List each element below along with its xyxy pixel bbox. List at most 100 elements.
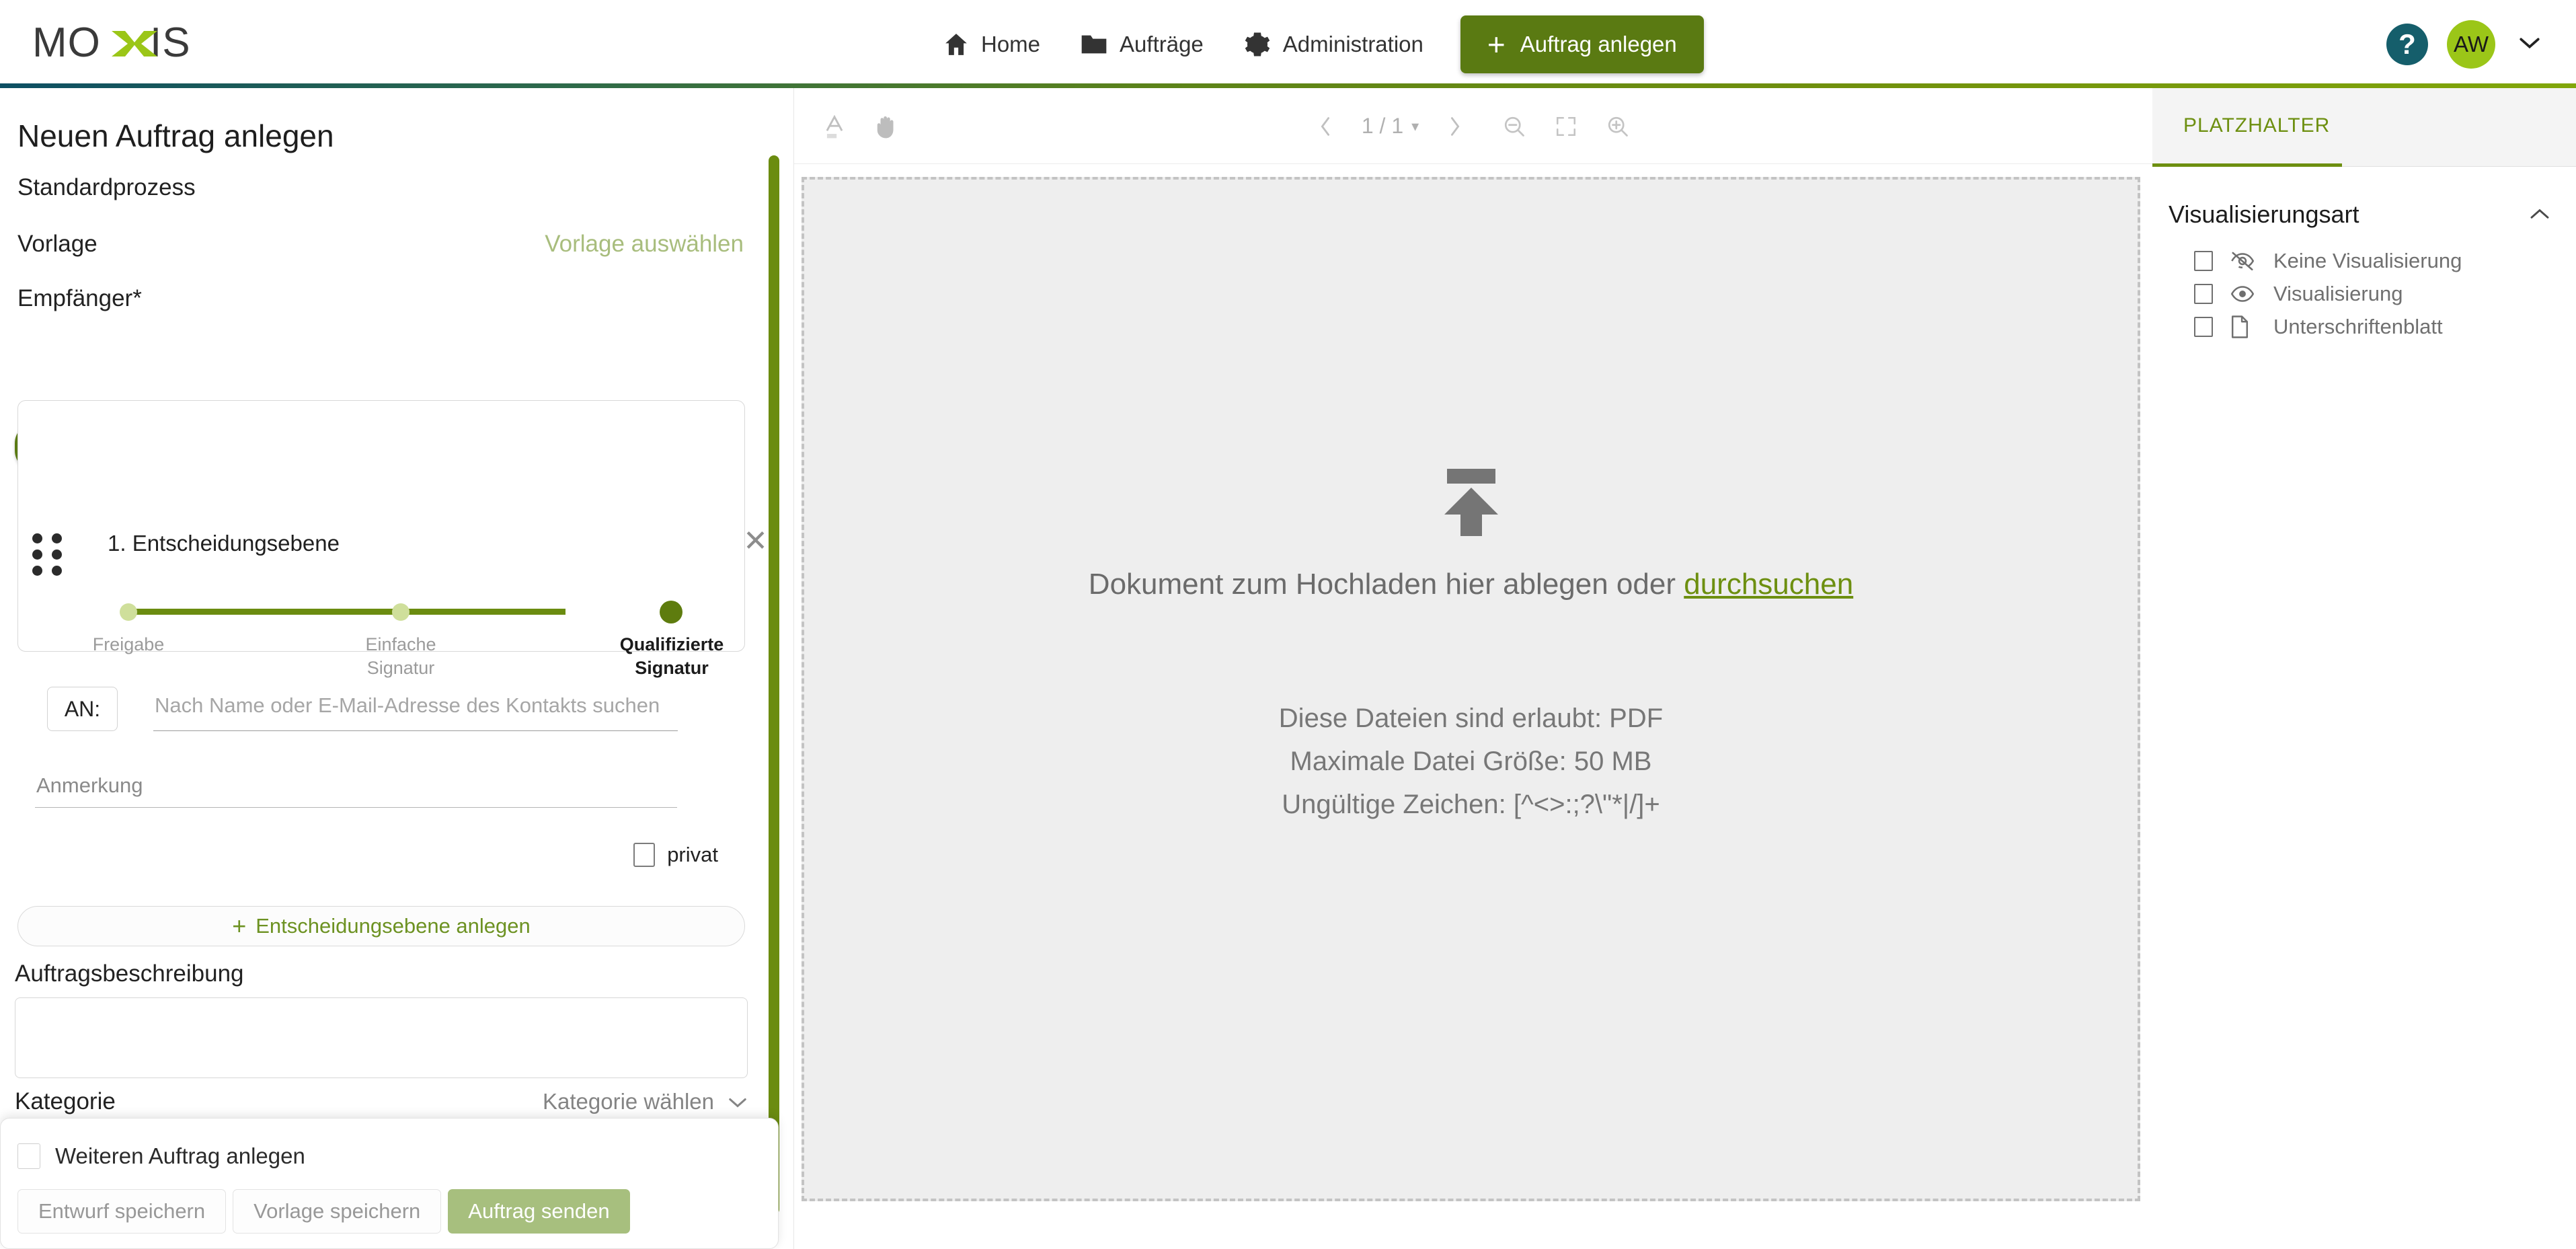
page-indicator[interactable]: 1 / 1 ▾	[1362, 114, 1419, 139]
option-visualisierung[interactable]: Visualisierung	[2194, 277, 2571, 310]
dropzone-main-text: Dokument zum Hochladen hier ablegen oder…	[1089, 568, 1853, 601]
slider-stop-qualifizierte-signatur[interactable]	[660, 601, 682, 623]
keine-visualisierung-checkbox[interactable]	[2194, 250, 2213, 271]
recipient-type-chip[interactable]: AN:	[47, 687, 118, 731]
option-unterschriftenblatt[interactable]: Unterschriftenblatt	[2194, 310, 2571, 343]
max-size-rule: Maximale Datei Größe: 50 MB	[1290, 747, 1652, 776]
vorlage-select-link[interactable]: Vorlage auswählen	[545, 231, 744, 258]
viewer-toolbar: 1 / 1 ▾	[794, 88, 2534, 164]
standard-process-label: Standardprozess	[17, 174, 196, 200]
send-order-button[interactable]: Auftrag senden	[448, 1189, 630, 1234]
chevron-down-icon: ▾	[1411, 117, 1419, 135]
upload-icon	[1436, 469, 1506, 539]
zoom-in-icon[interactable]	[1606, 114, 1630, 139]
create-order-label: Auftrag anlegen	[1520, 31, 1677, 56]
moxis-logo: MO IS	[32, 20, 234, 67]
empfaenger-label: Empfänger*	[17, 285, 142, 311]
privat-label: privat	[667, 843, 718, 866]
tab-platzhalter[interactable]: PLATZHALTER	[2152, 88, 2342, 167]
order-description-label: Auftragsbeschreibung	[15, 960, 244, 987]
slider-label-qualifizierte-line1: Qualifizierte	[619, 634, 724, 654]
visualization-options-list: Keine Visualisierung Visualisierung Unte…	[2194, 244, 2571, 343]
help-label: ?	[2398, 28, 2416, 60]
dropzone-rules: Diese Dateien sind erlaubt: PDF Maximale…	[1279, 697, 1663, 826]
nav-label-administration: Administration	[1282, 31, 1423, 56]
slider-label-einfache-line1: Einfache	[365, 634, 436, 654]
nav-item-auftraege[interactable]: Aufträge	[1060, 32, 1224, 57]
document-dropzone[interactable]: Dokument zum Hochladen hier ablegen oder…	[802, 177, 2140, 1201]
create-order-button[interactable]: + Auftrag anlegen	[1460, 15, 1704, 73]
unterschriftenblatt-label: Unterschriftenblatt	[2273, 314, 2443, 338]
close-icon[interactable]: ✕	[743, 524, 768, 558]
option-keine-visualisierung[interactable]: Keine Visualisierung	[2194, 244, 2571, 277]
slider-label-qualifizierte-signatur: Qualifizierte Signatur	[597, 633, 746, 679]
placeholder-panel: PLATZHALTER Visualisierungsart Keine Vis…	[2152, 88, 2576, 1249]
slider-label-einfache-signatur: Einfache Signatur	[334, 633, 468, 679]
drag-handle-icon[interactable]	[32, 533, 69, 576]
plus-icon: +	[1487, 26, 1506, 62]
viewer-tools-center: 1 / 1 ▾	[794, 88, 2153, 164]
svg-text:IS: IS	[150, 20, 191, 66]
avatar[interactable]: AW	[2447, 20, 2495, 69]
decision-level-title: 1. Entscheidungsebene	[108, 531, 340, 556]
visualization-section-title: Visualisierungsart	[2169, 200, 2359, 228]
nav-label-home: Home	[981, 31, 1041, 56]
panel-tabbar: PLATZHALTER	[2152, 88, 2576, 167]
gear-icon	[1244, 31, 1271, 58]
slider-label-freigabe: Freigabe	[92, 634, 165, 654]
document-icon	[2230, 315, 2256, 338]
keine-visualisierung-label: Keine Visualisierung	[2273, 248, 2462, 272]
help-icon[interactable]: ?	[2386, 23, 2428, 65]
eye-off-icon	[2230, 252, 2256, 270]
fit-screen-icon[interactable]	[1555, 115, 1577, 138]
browse-files-link[interactable]: durchsuchen	[1684, 568, 1853, 601]
order-form-panel: Neuen Auftrag anlegen Standardprozess Vo…	[0, 88, 793, 1249]
contact-search-input[interactable]	[153, 685, 678, 731]
slider-stop-einfache-signatur[interactable]	[392, 603, 409, 621]
create-another-order-row[interactable]: Weiteren Auftrag anlegen	[17, 1143, 305, 1169]
slider-label-qualifizierte-line2: Signatur	[635, 657, 709, 678]
kategorie-value: Kategorie wählen	[542, 1089, 714, 1114]
chevron-up-icon[interactable]	[2529, 204, 2561, 225]
document-viewer: 1 / 1 ▾ Dokument zum Hochladen hier able…	[793, 88, 2534, 1249]
vorlage-row: Vorlage Vorlage auswählen	[17, 231, 744, 258]
home-icon	[943, 32, 969, 57]
kategorie-label: Kategorie	[15, 1088, 116, 1114]
main-navigation: Home Aufträge Administration + Auftrag a…	[923, 0, 1704, 88]
allowed-files-rule: Diese Dateien sind erlaubt: PDF	[1278, 704, 1664, 733]
svg-text:MO: MO	[32, 20, 101, 66]
next-page-icon[interactable]	[1447, 115, 1463, 138]
form-buttons: Entwurf speichern Vorlage speichern Auft…	[17, 1189, 630, 1234]
nav-item-administration[interactable]: Administration	[1224, 31, 1444, 58]
add-decision-level-button[interactable]: + Entscheidungsebene anlegen	[17, 906, 745, 946]
plus-icon: +	[232, 912, 247, 940]
kategorie-select[interactable]: Kategorie wählen	[543, 1089, 748, 1114]
app-header: MO IS Home Aufträge Administration + Auf…	[0, 0, 2576, 88]
slider-label-einfache-line2: Signatur	[366, 657, 435, 678]
kategorie-row: Kategorie Kategorie wählen	[15, 1088, 748, 1115]
nav-item-home[interactable]: Home	[923, 32, 1060, 57]
left-panel-scrollbar-thumb[interactable]	[769, 155, 779, 1215]
visualisierung-label: Visualisierung	[2273, 281, 2403, 305]
zoom-out-icon[interactable]	[1502, 114, 1526, 139]
signature-level-slider[interactable]: Freigabe Einfache Signatur Qualifizierte…	[17, 599, 745, 693]
save-template-button[interactable]: Vorlage speichern	[233, 1189, 442, 1234]
anmerkung-input[interactable]	[35, 767, 677, 808]
create-another-order-label: Weiteren Auftrag anlegen	[55, 1143, 305, 1168]
chevron-down-icon	[728, 1089, 748, 1114]
order-description-textarea[interactable]	[15, 997, 748, 1078]
page-title: Neuen Auftrag anlegen	[17, 118, 334, 153]
add-decision-level-label: Entscheidungsebene anlegen	[256, 914, 531, 938]
unterschriftenblatt-checkbox[interactable]	[2194, 316, 2213, 337]
nav-label-auftraege: Aufträge	[1120, 31, 1204, 56]
chevron-down-icon[interactable]	[2514, 29, 2545, 60]
page-indicator-value: 1 / 1	[1361, 114, 1404, 138]
privat-checkbox[interactable]	[633, 843, 656, 867]
privat-checkbox-row[interactable]: privat	[633, 843, 718, 867]
create-another-order-checkbox[interactable]	[17, 1143, 40, 1169]
prev-page-icon[interactable]	[1317, 115, 1333, 138]
slider-stop-freigabe[interactable]	[120, 603, 137, 621]
vorlage-label: Vorlage	[17, 231, 97, 257]
visualisierung-checkbox[interactable]	[2194, 283, 2213, 304]
save-draft-button[interactable]: Entwurf speichern	[17, 1189, 227, 1234]
